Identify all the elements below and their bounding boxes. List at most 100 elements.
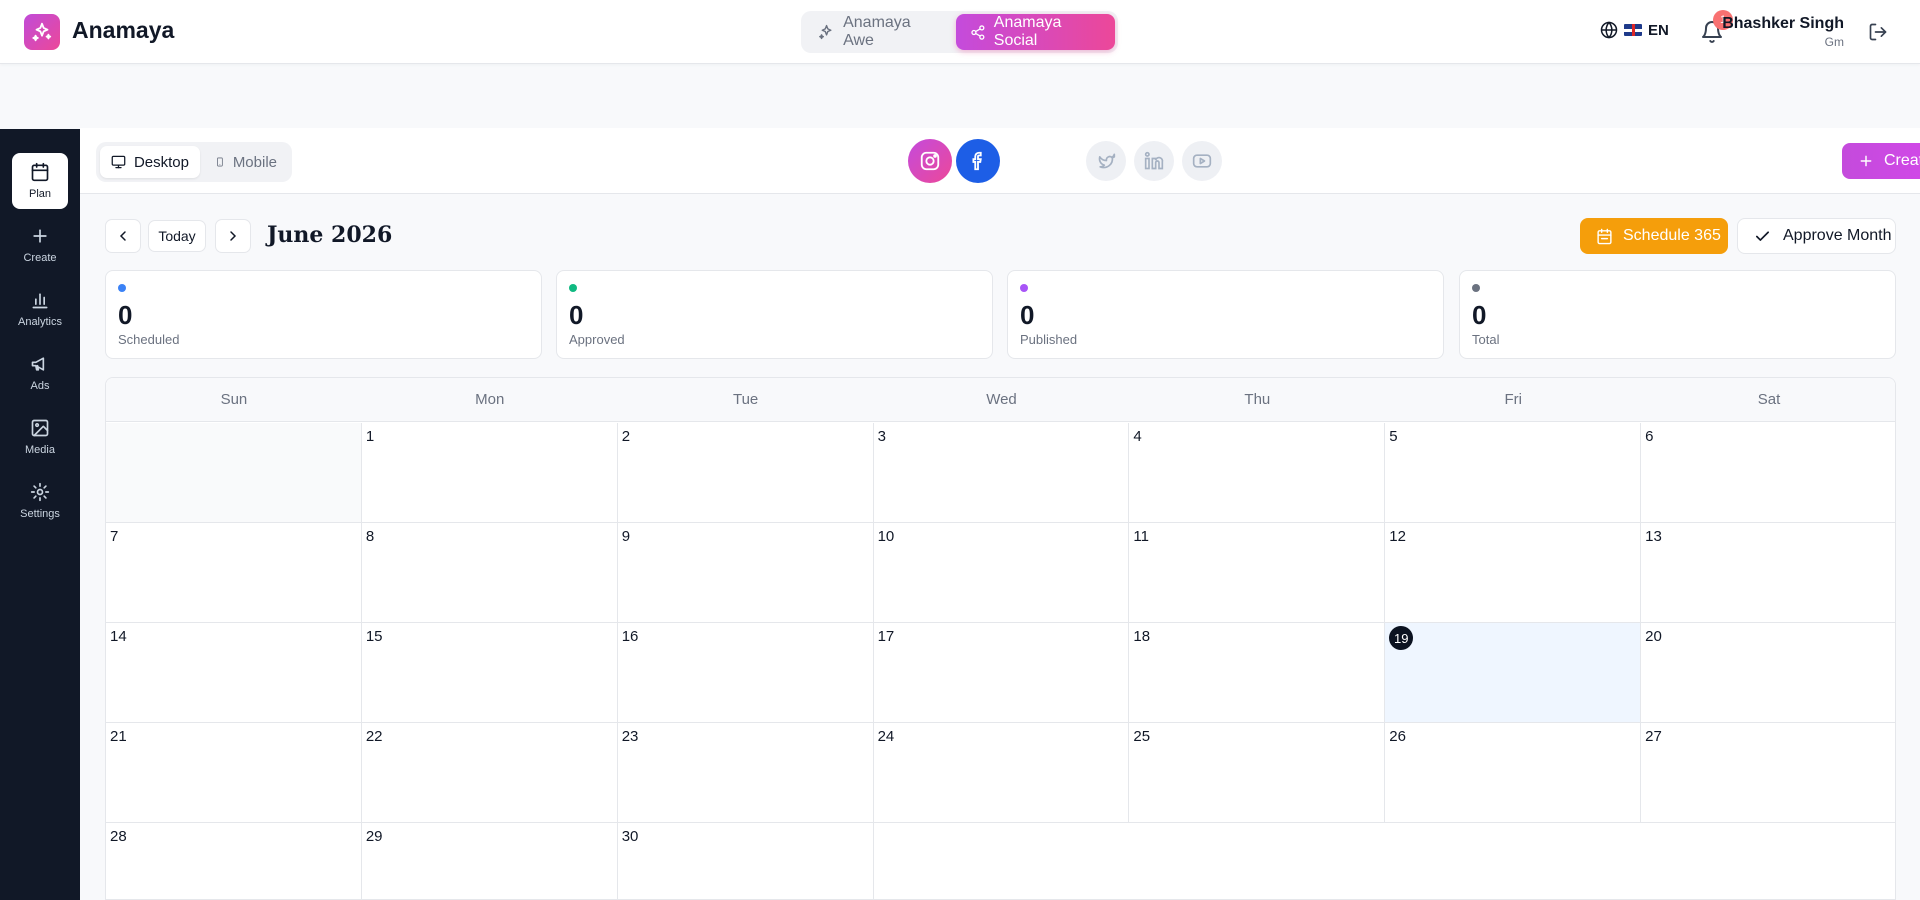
desktop-view-button[interactable]: Desktop [100,146,200,178]
date-number: 14 [110,628,127,645]
sidebar-item-media[interactable]: Media [12,409,68,465]
calendar-day-cell[interactable]: 15 [361,623,618,723]
calendar-day-cell[interactable]: 10 [873,523,1130,623]
app-switcher: Anamaya Awe Anamaya Social [801,11,1118,53]
sidebar-item-label: Ads [30,380,50,392]
create-post-button[interactable]: Create Post [1842,143,1920,179]
user-role: Gm [1824,35,1844,49]
stat-label: Scheduled [118,332,180,347]
schedule-365-button[interactable]: Schedule 365 [1580,218,1728,254]
mobile-view-button[interactable]: Mobile [204,146,288,178]
approve-month-button[interactable]: Approve Month [1737,218,1896,254]
calendar-day-cell[interactable]: 23 [617,723,874,823]
stat-value: 0 [1020,300,1035,330]
calendar-day-cell[interactable]: 24 [873,723,1130,823]
date-number: 24 [877,728,895,745]
date-number: 26 [1389,728,1406,745]
chevron-right-icon [230,231,237,241]
sidebar-item-label: Settings [20,508,60,520]
calendar-day-cell[interactable]: 16 [617,623,874,723]
create-post-label: Create Post [1884,152,1920,169]
bar-chart-icon [32,293,48,309]
stat-card-approved: 0 Approved [556,270,993,359]
calendar-day-cell[interactable]: 4 [1129,423,1386,523]
date-number: 25 [1133,728,1151,745]
status-dot [569,284,577,292]
language-selector[interactable]: EN [1600,21,1669,39]
youtube-icon[interactable] [1182,141,1222,181]
sidebar-item-ads[interactable]: Ads [12,345,68,401]
schedule-365-label: Schedule 365 [1623,227,1721,244]
stat-label: Total [1472,332,1500,347]
status-dot [1020,284,1028,292]
date-number: 11 [1133,528,1149,545]
date-number: 13 [1645,528,1662,545]
gear-icon [30,482,50,502]
calendar-day-cell[interactable]: 22 [361,723,618,823]
date-number: 20 [1645,628,1662,645]
calendar-day-cell[interactable]: 2 [617,423,874,523]
anamaya-social-button[interactable]: Anamaya Social [956,14,1115,50]
calendar-day-cell[interactable]: 29 [361,823,618,899]
anamaya-awe-button[interactable]: Anamaya Awe [804,14,954,50]
calendar-day-cell[interactable]: 30 [617,823,874,899]
date-number: 8 [365,528,375,545]
calendar-day-cell[interactable]: 8 [361,523,618,623]
sidebar-item-create[interactable]: Create [12,217,68,273]
calendar-day-cell[interactable]: 7 [106,523,362,623]
weekday-tue: Tue [732,391,759,408]
stat-value: 0 [569,300,584,330]
date-number: 16 [621,628,639,645]
calendar-day-cell[interactable]: 11 [1129,523,1386,623]
calendar-day-cell[interactable]: 21 [106,723,362,823]
instagram-icon[interactable] [908,139,952,183]
date-number: 4 [1133,428,1142,445]
date-number: 30 [621,828,639,845]
app-logo-icon[interactable] [24,14,60,50]
date-number: 21 [110,728,127,745]
calendar-day-cell[interactable]: 20 [1641,623,1895,723]
anamaya-social-label: Anamaya Social [993,14,1062,49]
next-month-button[interactable] [215,219,251,253]
sidebar-item-analytics[interactable]: Analytics [12,281,68,337]
content-toolbar: Desktop Mobile Create Post [80,128,1920,194]
date-number: 12 [1389,528,1406,545]
previous-month-button[interactable] [105,219,141,253]
calendar-day-cell[interactable]: 1 [361,423,618,523]
sidebar-item-settings[interactable]: Settings [12,473,68,529]
calendar-day-cell[interactable]: 9 [617,523,874,623]
calendar-day-cell[interactable]: 26 [1385,723,1642,823]
sidebar-item-label: Media [25,444,55,456]
date-number: 17 [877,628,895,645]
calendar-day-cell[interactable]: 3 [873,423,1130,523]
calendar-day-cell[interactable]: 13 [1641,523,1895,623]
twitter-icon[interactable] [1086,141,1126,181]
sidebar-item-plan[interactable]: Plan [12,153,68,209]
date-number: 3 [877,428,886,445]
linkedin-icon[interactable] [1134,141,1174,181]
date-number: 29 [365,828,383,845]
calendar-day-cell[interactable]: 27 [1641,723,1895,823]
user-name[interactable]: Bhashker Singh [1722,15,1844,33]
facebook-icon[interactable] [956,139,1000,183]
logout-icon[interactable] [1868,22,1888,42]
date-number: 18 [1133,628,1151,645]
calendar-day-cell[interactable]: 12 [1385,523,1642,623]
weekday-sun: Sun [220,391,248,408]
calendar-day-cell[interactable]: 19 [1385,623,1642,723]
date-number: 7 [110,528,119,545]
date-number: 28 [110,828,127,845]
today-button[interactable]: Today [148,220,206,252]
calendar-day-cell[interactable]: 5 [1385,423,1642,523]
chevron-left-icon [119,231,126,241]
calendar-day-cell[interactable]: 18 [1129,623,1386,723]
month-title: June 2026 [267,222,393,248]
today-date-number: 19 [1389,626,1414,650]
calendar-day-cell[interactable]: 17 [873,623,1130,723]
weekday-mon: Mon [475,391,505,408]
calendar-day-cell[interactable]: 14 [106,623,362,723]
calendar-day-cell[interactable]: 28 [106,823,362,899]
calendar-day-cell[interactable]: 6 [1641,423,1895,523]
language-label: EN [1648,21,1669,39]
calendar-day-cell[interactable]: 25 [1129,723,1386,823]
